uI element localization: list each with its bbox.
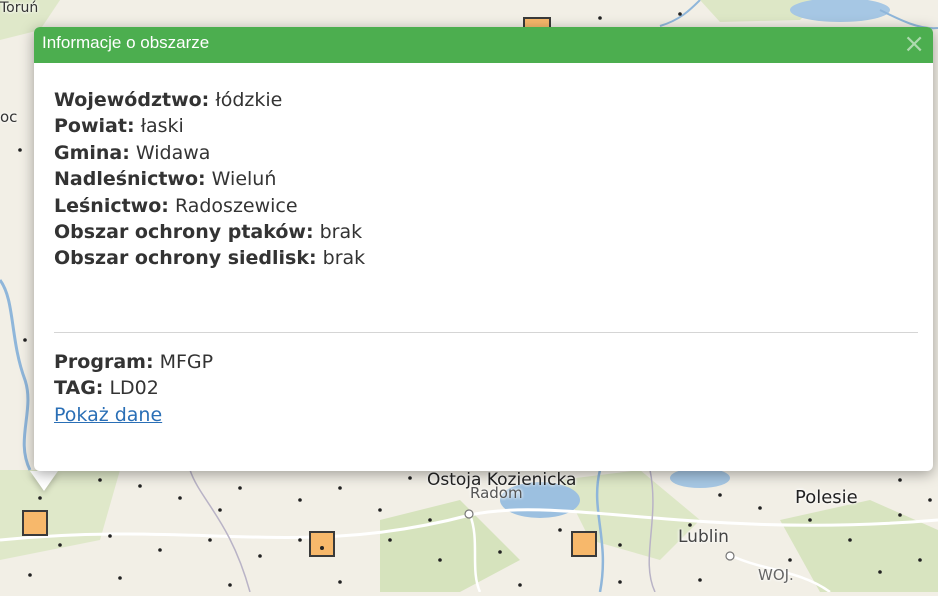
- map-label-left-edge: oc: [0, 108, 18, 126]
- field-value: łaski: [140, 115, 184, 138]
- popup-location-details: Województwo: łódzkie Powiat: łaski Gmina…: [54, 87, 917, 272]
- field-lesnictwo: Leśnictwo: Radoszewice: [54, 193, 917, 219]
- popup-title: Informacje o obszarze: [42, 33, 210, 52]
- field-label: Województwo:: [54, 89, 210, 111]
- field-label: Powiat:: [54, 115, 135, 138]
- popup-tip: [30, 471, 58, 491]
- field-label: TAG:: [54, 377, 104, 400]
- close-icon[interactable]: ×: [903, 30, 925, 58]
- map-label-torun: Toruń: [0, 0, 39, 16]
- area-info-popup: Informacje o obszarze × Województwo: łód…: [34, 27, 933, 471]
- area-marker[interactable]: [571, 531, 597, 557]
- field-value: Widawa: [135, 141, 211, 164]
- field-value: brak: [319, 221, 363, 244]
- map-label-polesie: Polesie: [795, 487, 858, 508]
- field-value: łódzkie: [215, 89, 283, 111]
- popup-header: Informacje o obszarze ×: [34, 27, 933, 63]
- field-powiat: Powiat: łaski: [54, 113, 917, 139]
- field-label: Leśnictwo:: [54, 194, 169, 217]
- area-marker[interactable]: [22, 510, 48, 536]
- field-label: Nadleśnictwo:: [54, 168, 206, 191]
- popup-divider: [54, 332, 918, 333]
- field-wojewodztwo: Województwo: łódzkie: [54, 87, 917, 113]
- field-value: Radoszewice: [174, 194, 298, 217]
- field-value: MFGP: [159, 351, 214, 373]
- field-label: Gmina:: [54, 141, 130, 164]
- field-value: LD02: [109, 377, 159, 400]
- map-label-woj: WOJ.: [758, 566, 794, 584]
- show-data-link[interactable]: Pokaż dane: [54, 404, 162, 426]
- field-habitat-protection-area: Obszar ochrony siedlisk: brak: [54, 245, 917, 271]
- field-gmina: Gmina: Widawa: [54, 140, 917, 166]
- field-value: brak: [322, 247, 366, 270]
- area-marker[interactable]: [309, 531, 335, 557]
- field-value: Wieluń: [211, 168, 277, 191]
- field-label: Obszar ochrony ptaków:: [54, 221, 314, 244]
- field-label: Obszar ochrony siedlisk:: [54, 247, 317, 270]
- field-program: Program: MFGP: [54, 349, 213, 375]
- field-bird-protection-area: Obszar ochrony ptaków: brak: [54, 219, 917, 245]
- popup-program-details: Program: MFGP TAG: LD02 Pokaż dane: [54, 349, 213, 428]
- field-label: Program:: [54, 351, 154, 373]
- field-nadlesnictwo: Nadleśnictwo: Wieluń: [54, 166, 917, 192]
- marker-dot-icon: [320, 546, 324, 550]
- field-tag: TAG: LD02: [54, 375, 213, 401]
- map-label-radom: Radom: [470, 484, 523, 502]
- map-label-lublin: Lublin: [678, 527, 729, 547]
